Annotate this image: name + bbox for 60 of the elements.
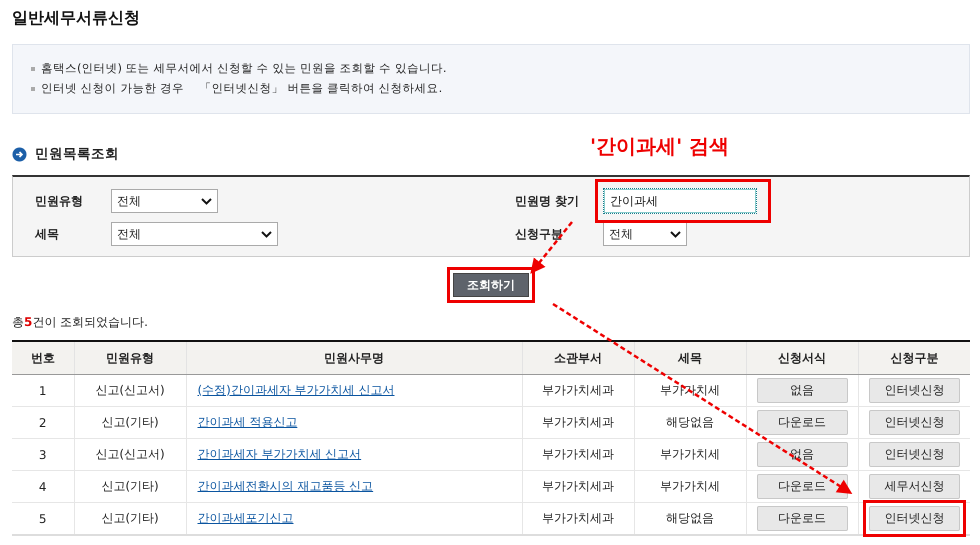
document-link[interactable]: 간이과세포기신고 bbox=[198, 511, 294, 525]
table-cell: 신고(기타) bbox=[74, 406, 186, 438]
column-header: 신청구분 bbox=[858, 341, 970, 374]
document-link[interactable]: 간이과세전환시의 재고품등 신고 bbox=[198, 479, 374, 493]
search-field[interactable]: 간이과세 bbox=[603, 188, 757, 214]
document-link[interactable]: 간이과세자 부가가치세 신고서 bbox=[198, 447, 362, 461]
column-header: 소관부서 bbox=[522, 341, 634, 374]
table-cell: 2 bbox=[12, 406, 74, 438]
select-field[interactable]: 전체 bbox=[603, 222, 687, 246]
chevron-down-icon bbox=[261, 230, 272, 238]
document-link[interactable]: 간이과세 적용신고 bbox=[198, 415, 298, 429]
table-cell: 신고(신고서) bbox=[74, 438, 186, 470]
column-header: 번호 bbox=[12, 341, 74, 374]
column-header: 신청서식 bbox=[746, 341, 858, 374]
result-count: 총5건이 조회되었습니다. bbox=[12, 314, 149, 330]
table-cell: 신고(기타) bbox=[74, 470, 186, 502]
form-button[interactable]: 다운로드 bbox=[756, 474, 848, 499]
apply-button[interactable]: 인터넷신청 bbox=[868, 506, 960, 531]
table-cell: 부가가치세과 bbox=[522, 374, 634, 406]
table-cell: 신고(기타) bbox=[74, 502, 186, 535]
section-title: 민원목록조회 bbox=[35, 145, 119, 163]
notice-text: 홈택스(인터넷) 또는 세무서에서 신청할 수 있는 민원을 조회할 수 있습니다. bbox=[41, 61, 447, 76]
table-cell: 부가가치세과 bbox=[522, 470, 634, 502]
column-header: 민원사무명 bbox=[186, 341, 522, 374]
field-label: 민원유형 bbox=[35, 192, 84, 210]
field-label: 세목 bbox=[35, 226, 60, 242]
form-button[interactable]: 없음 bbox=[756, 378, 848, 403]
table-cell: 부가가치세과 bbox=[522, 502, 634, 535]
chevron-down-icon bbox=[670, 230, 681, 238]
annotation-label: '간이과세' 검색 bbox=[590, 133, 730, 160]
apply-button[interactable]: 인터넷신청 bbox=[868, 410, 960, 435]
document-link[interactable]: (수정)간이과세자 부가가치세 신고서 bbox=[198, 383, 394, 397]
form-button[interactable]: 다운로드 bbox=[756, 506, 848, 531]
select-field[interactable]: 전체 bbox=[111, 189, 218, 213]
search-button[interactable]: 조회하기 bbox=[453, 273, 529, 297]
column-header: 세목 bbox=[634, 341, 746, 374]
column-header: 민원유형 bbox=[74, 341, 186, 374]
table-cell: 5 bbox=[12, 502, 74, 535]
select-field[interactable]: 전체 bbox=[111, 222, 278, 246]
arrow-circle-icon bbox=[12, 146, 27, 162]
table-cell: 해당없음 bbox=[634, 502, 746, 535]
apply-button[interactable]: 인터넷신청 bbox=[868, 442, 960, 467]
table-cell: 1 bbox=[12, 374, 74, 406]
notice-text: 인터넷 신청이 가능한 경우 「인터넷신청」 버튼을 클릭하여 신청하세요. bbox=[41, 81, 442, 96]
page-title: 일반세무서류신청 bbox=[12, 7, 141, 29]
field-label: 민원명 찾기 bbox=[515, 192, 580, 210]
table-cell: 해당없음 bbox=[634, 406, 746, 438]
form-button[interactable]: 다운로드 bbox=[756, 410, 848, 435]
chevron-down-icon bbox=[201, 198, 212, 204]
apply-button[interactable]: 인터넷신청 bbox=[868, 378, 960, 403]
table-cell: 부가가치세 bbox=[634, 470, 746, 502]
apply-button[interactable]: 세무서신청 bbox=[868, 474, 960, 499]
table-cell: 3 bbox=[12, 438, 74, 470]
table-cell: 4 bbox=[12, 470, 74, 502]
table-cell: 부가가치세과 bbox=[522, 406, 634, 438]
table-cell: 부가가치세과 bbox=[522, 438, 634, 470]
form-button[interactable]: 없음 bbox=[756, 442, 848, 467]
field-label: 신청구분 bbox=[515, 226, 564, 242]
table-cell: 부가가치세 bbox=[634, 438, 746, 470]
table-cell: 신고(신고서) bbox=[74, 374, 186, 406]
